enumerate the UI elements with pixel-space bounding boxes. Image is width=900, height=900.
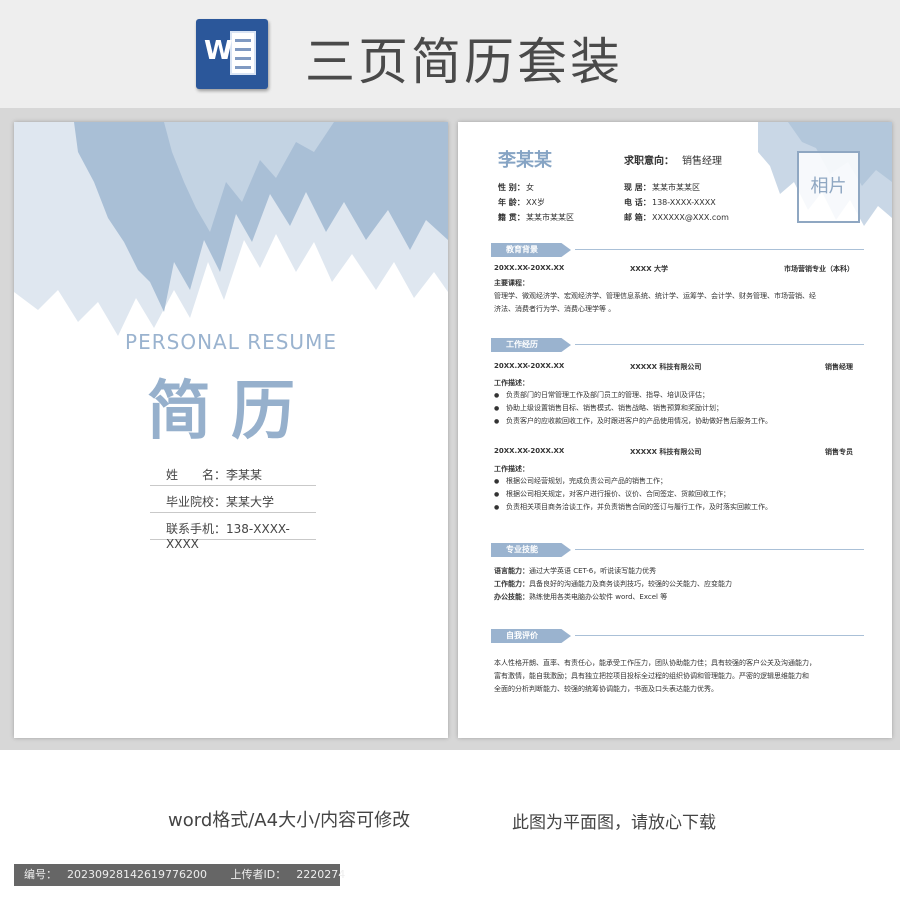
work1-date: 20XX.XX-20XX.XX bbox=[494, 362, 565, 370]
self-eval-text: 全面的分析判断能力、较强的统筹协调能力，书面及口头表达能力优秀。 bbox=[494, 685, 718, 693]
work2-item: 根据公司相关规定，对客户进行报价、议价、合同签定、货款回收工作； bbox=[494, 489, 730, 499]
word-icon-letter: W bbox=[204, 36, 233, 66]
edu-course-label: 主要课程： bbox=[494, 279, 529, 287]
basic-gender: 性 别：女 bbox=[498, 183, 534, 192]
basic-phone: 电 话：138-XXXX-XXXX bbox=[624, 198, 716, 207]
cover-info-table: 姓 名：李某某 毕业院校：某某大学 联系手机：138-XXXX-XXXX bbox=[150, 459, 316, 551]
id-label: 编号： 20230928142619776200 bbox=[24, 868, 207, 881]
work2-role: 销售专员 bbox=[825, 448, 853, 456]
work1-company: XXXXX 科技有限公司 bbox=[630, 363, 702, 371]
skill-work: 工作能力：具备良好的沟通能力及商务谈判技巧，较强的公关能力、应变能力 bbox=[494, 580, 732, 588]
cover-title-english: PERSONAL RESUME bbox=[125, 330, 337, 354]
self-eval-text: 本人性格开朗、直率、有责任心，能承受工作压力，团队协助能力佳；具有较强的客户公关… bbox=[494, 659, 816, 667]
section-title: 工作经历 bbox=[491, 338, 571, 352]
skill-office: 办公技能：熟练使用各类电脑办公软件 word、Excel 等 bbox=[494, 593, 668, 601]
cover-row-name: 姓 名：李某某 bbox=[150, 459, 316, 486]
work2-date: 20XX.XX-20XX.XX bbox=[494, 447, 565, 455]
section-work: 工作经历 bbox=[491, 338, 864, 352]
section-title: 专业技能 bbox=[491, 543, 571, 557]
work1-role: 销售经理 bbox=[825, 363, 853, 371]
edu-major: 市场营销专业（本科） bbox=[784, 265, 854, 273]
work1-desc-label: 工作描述： bbox=[494, 379, 529, 387]
work2-item: 负责相关项目商务洽谈工作，并负责销售合同的签订与履行工作，及时落实回款工作。 bbox=[494, 502, 772, 512]
work1-item: 负责客户的应收款回收工作，及时跟进客户的产品使用情况，协助做好售后服务工作。 bbox=[494, 416, 772, 426]
basic-residence: 现 居：某某市某某区 bbox=[624, 183, 700, 192]
format-caption: word格式/A4大小/内容可修改 bbox=[168, 810, 411, 831]
self-eval-text: 富有激情，能自我激励；具有独立把控项目投标全过程的组织协调和管理能力。严密的逻辑… bbox=[494, 672, 809, 680]
basic-info-right: 现 居：某某市某某区 电 话：138-XXXX-XXXX 邮 箱：XXXXXX@… bbox=[624, 182, 729, 227]
section-skills: 专业技能 bbox=[491, 543, 864, 557]
basic-age: 年 龄：XX岁 bbox=[498, 198, 545, 207]
basic-hometown: 籍 贯：某某市某某区 bbox=[498, 213, 574, 222]
resume-name: 李某某 bbox=[498, 150, 552, 171]
photo-placeholder: 相片 bbox=[797, 151, 860, 223]
basic-info-left: 性 别：女 年 龄：XX岁 籍 贯：某某市某某区 bbox=[498, 182, 574, 227]
edu-course-text: 管理学、微观经济学、宏观经济学、管理信息系统、统计学、运筹学、会计学、财务管理、… bbox=[494, 292, 816, 300]
edu-date: 20XX.XX-20XX.XX bbox=[494, 264, 565, 272]
cover-row-phone: 联系手机：138-XXXX-XXXX bbox=[150, 513, 316, 551]
work1-item: 协助上级设置销售目标、销售模式、销售战略、销售预算和奖励计划； bbox=[494, 403, 723, 413]
id-bar: 编号： 20230928142619776200 上传者ID： 2220274 bbox=[14, 864, 345, 886]
edu-school: XXXX 大学 bbox=[630, 265, 669, 273]
edu-course-text: 济法、消费者行为学、消费心理学等 。 bbox=[494, 305, 616, 313]
basic-email: 邮 箱：XXXXXX@XXX.com bbox=[624, 213, 729, 222]
work2-desc-label: 工作描述： bbox=[494, 465, 529, 473]
work2-item: 根据公司经营规划，完成负责公司产品的销售工作； bbox=[494, 476, 667, 486]
work2-company: XXXXX 科技有限公司 bbox=[630, 448, 702, 456]
word-icon: W bbox=[196, 19, 268, 89]
cover-row-school: 毕业院校：某某大学 bbox=[150, 486, 316, 513]
uploader-label: 上传者ID： 2220274 bbox=[230, 868, 346, 881]
job-intent: 求职意向： 销售经理 bbox=[624, 156, 722, 167]
section-title: 教育背景 bbox=[491, 243, 571, 257]
resume-page: 李某某 求职意向： 销售经理 相片 性 别：女 年 龄：XX岁 籍 贯：某某市某某… bbox=[458, 122, 892, 738]
banner-title: 三页简历套装 bbox=[305, 33, 623, 91]
skill-language: 语言能力：通过大学英语 CET-6，听说读写能力优秀 bbox=[494, 567, 657, 575]
top-banner: W 三页简历套装 bbox=[0, 0, 900, 108]
section-education: 教育背景 bbox=[491, 243, 864, 257]
cover-title-chinese: 简历 bbox=[147, 375, 315, 449]
work1-item: 负责部门的日常管理工作及部门员工的管理、指导、培训及评估； bbox=[494, 390, 709, 400]
cover-page: PERSONAL RESUME 简历 姓 名：李某某 毕业院校：某某大学 联系手… bbox=[14, 122, 448, 738]
download-note: 此图为平面图，请放心下载 bbox=[512, 813, 716, 833]
section-self-evaluation: 自我评价 bbox=[491, 629, 864, 643]
section-title: 自我评价 bbox=[491, 629, 571, 643]
